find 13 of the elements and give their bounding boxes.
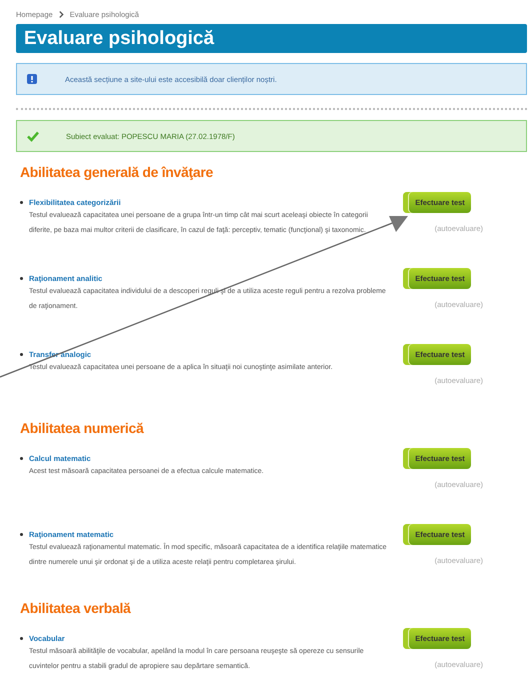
- checkmark-icon: [27, 130, 39, 142]
- bullet-icon: [20, 352, 23, 356]
- bullet-icon: [20, 200, 23, 204]
- bullet-icon: [20, 636, 23, 640]
- section-heading: Abilitatea verbală: [20, 600, 132, 616]
- bullet-icon: [20, 456, 23, 460]
- bullet-icon: [20, 532, 23, 536]
- page-title: Evaluare psihologică: [16, 24, 527, 53]
- exclamation-icon: [27, 74, 37, 84]
- chevron-right-icon: [58, 10, 64, 18]
- section-heading: Abilitatea numerică: [20, 420, 145, 436]
- bullet-icon: [20, 276, 23, 280]
- section-heading: Abilitatea generală de învăţare: [20, 164, 214, 180]
